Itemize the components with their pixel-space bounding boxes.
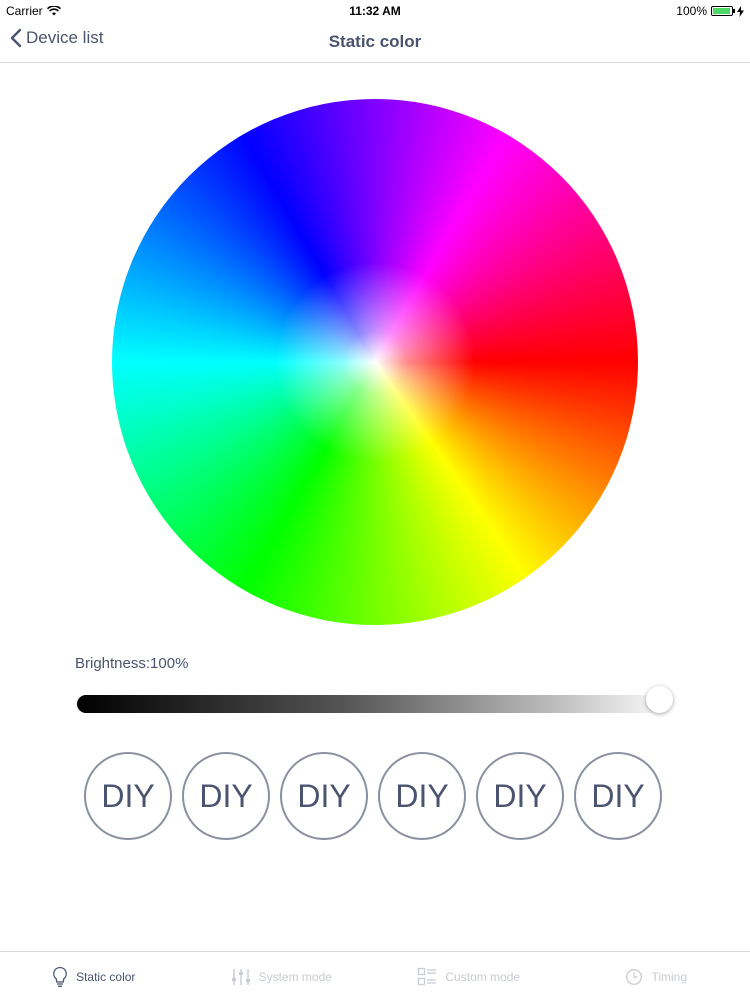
status-time: 11:32 AM <box>0 4 750 18</box>
battery-fill <box>713 8 730 14</box>
status-bar: Carrier 11:32 AM 100% <box>0 0 750 22</box>
tab-bar: Static color System mode Custom mode Tim… <box>0 951 750 1001</box>
brightness-slider-track[interactable] <box>77 695 673 713</box>
bulb-icon <box>52 966 68 988</box>
tab-system-mode-label: System mode <box>259 970 332 984</box>
sliders-icon <box>231 967 251 987</box>
color-wheel[interactable] <box>112 99 638 625</box>
tab-timing[interactable]: Timing <box>563 952 750 1001</box>
tab-system-mode[interactable]: System mode <box>188 952 376 1001</box>
tab-static-color[interactable]: Static color <box>0 952 188 1001</box>
brightness-slider-thumb[interactable] <box>646 686 673 713</box>
diy-button-2[interactable]: DIY <box>182 752 270 840</box>
tab-custom-mode[interactable]: Custom mode <box>375 952 563 1001</box>
battery-percent: 100% <box>676 4 707 18</box>
color-wheel-container <box>112 99 638 625</box>
clock-icon <box>625 968 643 986</box>
page-title: Static color <box>0 32 750 52</box>
brightness-label: Brightness:100% <box>75 655 188 672</box>
charging-bolt-icon <box>737 6 744 17</box>
battery-icon <box>711 6 733 16</box>
tab-custom-mode-label: Custom mode <box>445 970 520 984</box>
diy-button-6[interactable]: DIY <box>574 752 662 840</box>
diy-button-1[interactable]: DIY <box>84 752 172 840</box>
tab-timing-label: Timing <box>651 970 687 984</box>
status-right: 100% <box>676 4 744 18</box>
diy-button-3[interactable]: DIY <box>280 752 368 840</box>
nav-bar: Device list Static color <box>0 22 750 63</box>
diy-button-5[interactable]: DIY <box>476 752 564 840</box>
diy-button-4[interactable]: DIY <box>378 752 466 840</box>
tab-static-color-label: Static color <box>76 970 135 984</box>
diy-button-row: DIY DIY DIY DIY DIY DIY <box>84 752 662 840</box>
list-grid-icon <box>417 967 437 987</box>
